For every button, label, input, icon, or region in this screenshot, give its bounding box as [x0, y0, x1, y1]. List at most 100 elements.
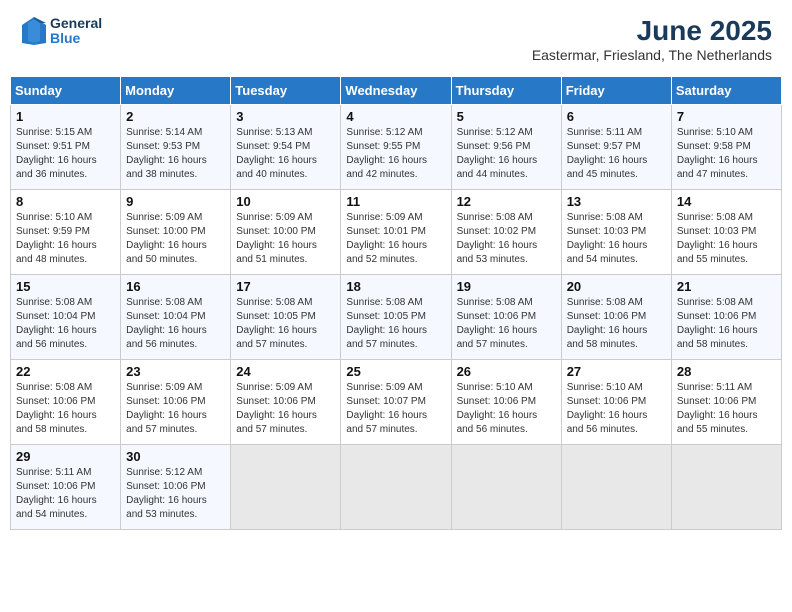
- day-number: 4: [346, 109, 445, 124]
- calendar-day-cell: 18 Sunrise: 5:08 AMSunset: 10:05 PMDaylig…: [341, 275, 451, 360]
- day-number: 22: [16, 364, 115, 379]
- calendar-day-cell: 27 Sunrise: 5:10 AMSunset: 10:06 PMDaylig…: [561, 360, 671, 445]
- day-number: 30: [126, 449, 225, 464]
- day-number: 23: [126, 364, 225, 379]
- day-info: Sunrise: 5:08 AMSunset: 10:02 PMDaylight…: [457, 211, 556, 267]
- calendar-day-cell: 20 Sunrise: 5:08 AMSunset: 10:06 PMDaylig…: [561, 275, 671, 360]
- day-number: 9: [126, 194, 225, 209]
- day-info: Sunrise: 5:15 AMSunset: 9:51 PMDaylight:…: [16, 126, 115, 182]
- calendar-day-cell: 12 Sunrise: 5:08 AMSunset: 10:02 PMDaylig…: [451, 190, 561, 275]
- day-number: 1: [16, 109, 115, 124]
- day-info: Sunrise: 5:12 AMSunset: 10:06 PMDaylight…: [126, 466, 225, 522]
- calendar-day-cell: 4 Sunrise: 5:12 AMSunset: 9:55 PMDaylight…: [341, 105, 451, 190]
- calendar-day-cell: [561, 445, 671, 530]
- calendar-day-cell: [671, 445, 781, 530]
- day-number: 8: [16, 194, 115, 209]
- calendar-day-cell: 24 Sunrise: 5:09 AMSunset: 10:06 PMDaylig…: [231, 360, 341, 445]
- header-row: SundayMondayTuesdayWednesdayThursdayFrid…: [11, 77, 782, 105]
- day-info: Sunrise: 5:08 AMSunset: 10:04 PMDaylight…: [126, 296, 225, 352]
- day-number: 14: [677, 194, 776, 209]
- day-of-week-header: Sunday: [11, 77, 121, 105]
- day-info: Sunrise: 5:08 AMSunset: 10:06 PMDaylight…: [567, 296, 666, 352]
- calendar-day-cell: 1 Sunrise: 5:15 AMSunset: 9:51 PMDaylight…: [11, 105, 121, 190]
- day-number: 12: [457, 194, 556, 209]
- day-info: Sunrise: 5:10 AMSunset: 9:58 PMDaylight:…: [677, 126, 776, 182]
- logo: General Blue: [20, 15, 102, 47]
- day-number: 28: [677, 364, 776, 379]
- day-of-week-header: Tuesday: [231, 77, 341, 105]
- calendar-day-cell: [341, 445, 451, 530]
- day-info: Sunrise: 5:12 AMSunset: 9:56 PMDaylight:…: [457, 126, 556, 182]
- day-info: Sunrise: 5:11 AMSunset: 9:57 PMDaylight:…: [567, 126, 666, 182]
- location-subtitle: Eastermar, Friesland, The Netherlands: [532, 47, 772, 63]
- day-info: Sunrise: 5:10 AMSunset: 9:59 PMDaylight:…: [16, 211, 115, 267]
- calendar-body: 1 Sunrise: 5:15 AMSunset: 9:51 PMDaylight…: [11, 105, 782, 530]
- day-info: Sunrise: 5:09 AMSunset: 10:07 PMDaylight…: [346, 381, 445, 437]
- day-number: 6: [567, 109, 666, 124]
- calendar-day-cell: 15 Sunrise: 5:08 AMSunset: 10:04 PMDaylig…: [11, 275, 121, 360]
- day-info: Sunrise: 5:09 AMSunset: 10:06 PMDaylight…: [236, 381, 335, 437]
- day-of-week-header: Wednesday: [341, 77, 451, 105]
- day-number: 29: [16, 449, 115, 464]
- day-number: 2: [126, 109, 225, 124]
- day-number: 10: [236, 194, 335, 209]
- day-info: Sunrise: 5:08 AMSunset: 10:05 PMDaylight…: [236, 296, 335, 352]
- calendar-day-cell: 2Sunrise: 5:14 AMSunset: 9:53 PMDaylight…: [121, 105, 231, 190]
- day-info: Sunrise: 5:08 AMSunset: 10:04 PMDaylight…: [16, 296, 115, 352]
- day-info: Sunrise: 5:09 AMSunset: 10:00 PMDaylight…: [236, 211, 335, 267]
- day-info: Sunrise: 5:08 AMSunset: 10:06 PMDaylight…: [677, 296, 776, 352]
- day-number: 17: [236, 279, 335, 294]
- day-info: Sunrise: 5:11 AMSunset: 10:06 PMDaylight…: [677, 381, 776, 437]
- day-info: Sunrise: 5:08 AMSunset: 10:05 PMDaylight…: [346, 296, 445, 352]
- calendar-day-cell: 5 Sunrise: 5:12 AMSunset: 9:56 PMDaylight…: [451, 105, 561, 190]
- day-number: 25: [346, 364, 445, 379]
- calendar-day-cell: 13Sunrise: 5:08 AMSunset: 10:03 PMDaylig…: [561, 190, 671, 275]
- page-header: General Blue June 2025 Eastermar, Friesl…: [10, 10, 782, 68]
- day-number: 13: [567, 194, 666, 209]
- calendar-day-cell: 16 Sunrise: 5:08 AMSunset: 10:04 PMDaylig…: [121, 275, 231, 360]
- day-number: 5: [457, 109, 556, 124]
- calendar-day-cell: 26Sunrise: 5:10 AMSunset: 10:06 PMDaylig…: [451, 360, 561, 445]
- day-info: Sunrise: 5:09 AMSunset: 10:01 PMDaylight…: [346, 211, 445, 267]
- logo-general: General: [50, 16, 102, 31]
- day-info: Sunrise: 5:10 AMSunset: 10:06 PMDaylight…: [457, 381, 556, 437]
- calendar-week-row: 29 Sunrise: 5:11 AMSunset: 10:06 PMDaylig…: [11, 445, 782, 530]
- calendar-day-cell: [451, 445, 561, 530]
- calendar-week-row: 15 Sunrise: 5:08 AMSunset: 10:04 PMDaylig…: [11, 275, 782, 360]
- calendar-day-cell: 30 Sunrise: 5:12 AMSunset: 10:06 PMDaylig…: [121, 445, 231, 530]
- day-info: Sunrise: 5:13 AMSunset: 9:54 PMDaylight:…: [236, 126, 335, 182]
- title-block: June 2025 Eastermar, Friesland, The Neth…: [532, 15, 772, 63]
- logo-text: General Blue: [50, 16, 102, 47]
- calendar-day-cell: 28 Sunrise: 5:11 AMSunset: 10:06 PMDaylig…: [671, 360, 781, 445]
- calendar-day-cell: 10 Sunrise: 5:09 AMSunset: 10:00 PMDaylig…: [231, 190, 341, 275]
- day-info: Sunrise: 5:12 AMSunset: 9:55 PMDaylight:…: [346, 126, 445, 182]
- day-of-week-header: Monday: [121, 77, 231, 105]
- day-number: 24: [236, 364, 335, 379]
- calendar-day-cell: 6 Sunrise: 5:11 AMSunset: 9:57 PMDaylight…: [561, 105, 671, 190]
- calendar-day-cell: 14 Sunrise: 5:08 AMSunset: 10:03 PMDaylig…: [671, 190, 781, 275]
- day-number: 20: [567, 279, 666, 294]
- day-number: 19: [457, 279, 556, 294]
- calendar-day-cell: 19 Sunrise: 5:08 AMSunset: 10:06 PMDaylig…: [451, 275, 561, 360]
- calendar-day-cell: 8 Sunrise: 5:10 AMSunset: 9:59 PMDaylight…: [11, 190, 121, 275]
- day-info: Sunrise: 5:08 AMSunset: 10:06 PMDaylight…: [16, 381, 115, 437]
- day-of-week-header: Saturday: [671, 77, 781, 105]
- day-number: 18: [346, 279, 445, 294]
- day-info: Sunrise: 5:09 AMSunset: 10:00 PMDaylight…: [126, 211, 225, 267]
- calendar-week-row: 22 Sunrise: 5:08 AMSunset: 10:06 PMDaylig…: [11, 360, 782, 445]
- calendar-day-cell: 21Sunrise: 5:08 AMSunset: 10:06 PMDaylig…: [671, 275, 781, 360]
- calendar-header: SundayMondayTuesdayWednesdayThursdayFrid…: [11, 77, 782, 105]
- day-info: Sunrise: 5:08 AMSunset: 10:03 PMDaylight…: [677, 211, 776, 267]
- day-number: 27: [567, 364, 666, 379]
- calendar-day-cell: 23Sunrise: 5:09 AMSunset: 10:06 PMDaylig…: [121, 360, 231, 445]
- day-info: Sunrise: 5:11 AMSunset: 10:06 PMDaylight…: [16, 466, 115, 522]
- day-info: Sunrise: 5:10 AMSunset: 10:06 PMDaylight…: [567, 381, 666, 437]
- day-number: 15: [16, 279, 115, 294]
- day-number: 16: [126, 279, 225, 294]
- calendar-day-cell: [231, 445, 341, 530]
- calendar-day-cell: 3Sunrise: 5:13 AMSunset: 9:54 PMDaylight…: [231, 105, 341, 190]
- day-info: Sunrise: 5:08 AMSunset: 10:06 PMDaylight…: [457, 296, 556, 352]
- day-number: 7: [677, 109, 776, 124]
- logo-blue: Blue: [50, 31, 102, 46]
- calendar-day-cell: 25 Sunrise: 5:09 AMSunset: 10:07 PMDaylig…: [341, 360, 451, 445]
